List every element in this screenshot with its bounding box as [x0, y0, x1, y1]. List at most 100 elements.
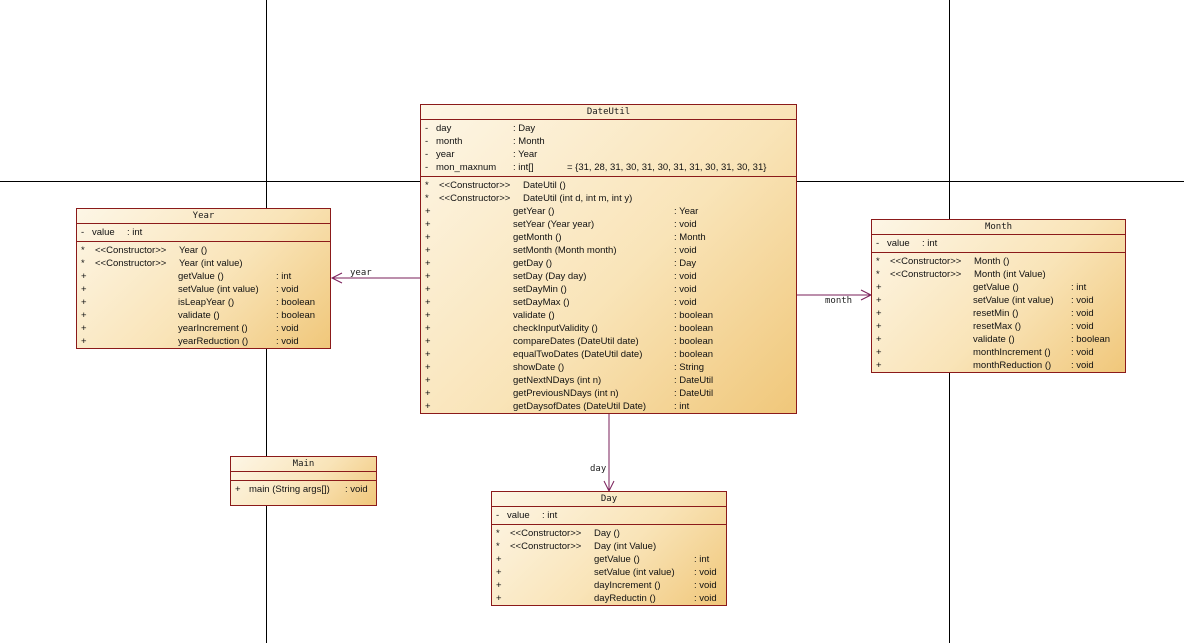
attribute-name: day: [436, 123, 452, 134]
visibility-marker: -: [876, 238, 880, 249]
operation-name: setDayMin (): [513, 284, 567, 295]
attribute-type: : Month: [513, 136, 545, 147]
attribute-name: value: [92, 227, 115, 238]
operation-name: getValue (): [594, 554, 640, 565]
visibility-marker: *: [876, 269, 880, 280]
operation-name: isLeapYear (): [178, 297, 235, 308]
visibility-marker: +: [425, 362, 431, 373]
operation-stereotype: <<Constructor>>: [890, 256, 962, 267]
operation-stereotype: <<Constructor>>: [890, 269, 962, 280]
class-name: DateUtil: [421, 105, 796, 120]
operation-return-type: : int: [276, 271, 292, 282]
attribute-type: : int[]: [513, 162, 534, 173]
operation-row: + compareDates (DateUtil date): boolean: [421, 335, 796, 348]
visibility-marker: +: [876, 347, 882, 358]
visibility-marker: *: [496, 541, 500, 552]
visibility-marker: +: [876, 282, 882, 293]
operation-name: getPreviousNDays (int n): [513, 388, 619, 399]
attribute-name: month: [436, 136, 463, 147]
operation-row: + resetMin (): void: [872, 307, 1125, 320]
attributes-section: - value: int: [77, 224, 330, 242]
operation-row: + dayReductin (): void: [492, 592, 726, 605]
operation-stereotype: <<Constructor>>: [95, 258, 167, 269]
operation-name: compareDates (DateUtil date): [513, 336, 639, 347]
operation-row: + getYear (): Year: [421, 205, 796, 218]
operation-stereotype: <<Constructor>>: [510, 528, 582, 539]
operation-name: setValue (int value): [973, 295, 1054, 306]
visibility-marker: -: [425, 162, 429, 173]
association-year-label: year: [350, 268, 372, 278]
operation-name: yearReduction (): [178, 336, 249, 347]
attribute-row: - value: int: [492, 509, 726, 522]
operation-name: setMonth (Month month): [513, 245, 617, 256]
operation-return-type: : void: [345, 484, 368, 495]
class-name: Year: [77, 209, 330, 224]
attribute-name: mon_maxnum: [436, 162, 497, 173]
operation-row: * <<Constructor>> Month (): [872, 255, 1125, 268]
attributes-section: - day: Day - month: Month - year: Year - mon_ma…: [421, 120, 796, 177]
operation-name: DateUtil (int d, int m, int y): [523, 193, 633, 204]
visibility-marker: +: [425, 284, 431, 295]
attribute-row: - mon_maxnum : int[] = {31, 28, 31, 30, 31,…: [421, 161, 796, 174]
operation-row: * <<Constructor>> DateUtil (): [421, 179, 796, 192]
visibility-marker: +: [496, 580, 502, 591]
operation-row: + showDate (): String: [421, 361, 796, 374]
visibility-marker: +: [81, 310, 87, 321]
class-day[interactable]: Day - value: int * <<Constructor>> Day () * <…: [491, 491, 727, 606]
visibility-marker: -: [81, 227, 85, 238]
operation-name: dayIncrement (): [594, 580, 661, 591]
visibility-marker: +: [876, 321, 882, 332]
operation-name: getValue (): [973, 282, 1019, 293]
operation-name: setValue (int value): [178, 284, 259, 295]
operation-return-type: : String: [674, 362, 705, 373]
operation-name: monthReduction (): [973, 360, 1052, 371]
visibility-marker: +: [876, 295, 882, 306]
operation-return-type: : void: [1071, 308, 1094, 319]
operation-return-type: : boolean: [674, 336, 714, 347]
operation-row: + getDaysofDates (DateUtil Date): int: [421, 400, 796, 413]
operation-name: checkInputValidity (): [513, 323, 598, 334]
visibility-marker: +: [425, 388, 431, 399]
operation-row: * <<Constructor>> Month (int Value): [872, 268, 1125, 281]
operation-name: Month (int Value): [974, 269, 1046, 280]
visibility-marker: +: [496, 593, 502, 604]
attributes-section: - value: int: [492, 507, 726, 525]
operation-row: + setMonth (Month month): void: [421, 244, 796, 257]
visibility-marker: +: [425, 271, 431, 282]
attribute-name: value: [507, 510, 530, 521]
class-month[interactable]: Month - value: int * <<Constructor>> Month …: [871, 219, 1126, 373]
operations-section: * <<Constructor>> Month () * <<Constructor>>…: [872, 253, 1125, 374]
class-dateutil[interactable]: DateUtil - day: Day - month: Month - year: Ye…: [420, 104, 797, 414]
operation-row: * <<Constructor>> Day (int Value): [492, 540, 726, 553]
operations-section: * <<Constructor>> DateUtil () * <<Constructo…: [421, 177, 796, 415]
visibility-marker: +: [425, 375, 431, 386]
association-day-label: day: [590, 464, 607, 474]
operation-row: + setValue (int value): void: [492, 566, 726, 579]
operations-section: + main (String args[]): void: [231, 481, 376, 498]
visibility-marker: +: [425, 258, 431, 269]
operation-name: setYear (Year year): [513, 219, 595, 230]
operation-name: getDay (): [513, 258, 553, 269]
operation-name: yearIncrement (): [178, 323, 248, 334]
operation-row: + getValue (): int: [77, 270, 330, 283]
diagram-canvas: year month day DateUtil - day: Day - month:…: [0, 0, 1184, 643]
operation-row: + isLeapYear (): boolean: [77, 296, 330, 309]
attribute-initial-value: = {31, 28, 31, 30, 31, 30, 31, 31, 30, 3…: [567, 162, 767, 173]
visibility-marker: +: [876, 308, 882, 319]
operation-return-type: : Day: [674, 258, 697, 269]
operation-return-type: : void: [694, 580, 717, 591]
operation-return-type: : void: [674, 271, 697, 282]
class-main[interactable]: Main + main (String args[]): void: [230, 456, 377, 506]
visibility-marker: +: [425, 323, 431, 334]
visibility-marker: +: [876, 334, 882, 345]
visibility-marker: +: [81, 297, 87, 308]
operation-return-type: : Year: [674, 206, 699, 217]
operation-row: * <<Constructor>> DateUtil (int d, int m, …: [421, 192, 796, 205]
attribute-type: : Year: [513, 149, 538, 160]
operation-name: monthIncrement (): [973, 347, 1051, 358]
operation-row: + validate (): boolean: [421, 309, 796, 322]
class-year[interactable]: Year - value: int * <<Constructor>> Year ()…: [76, 208, 331, 349]
operation-stereotype: <<Constructor>>: [439, 180, 511, 191]
operation-name: main (String args[]): [249, 484, 330, 495]
operation-row: + getValue (): int: [492, 553, 726, 566]
